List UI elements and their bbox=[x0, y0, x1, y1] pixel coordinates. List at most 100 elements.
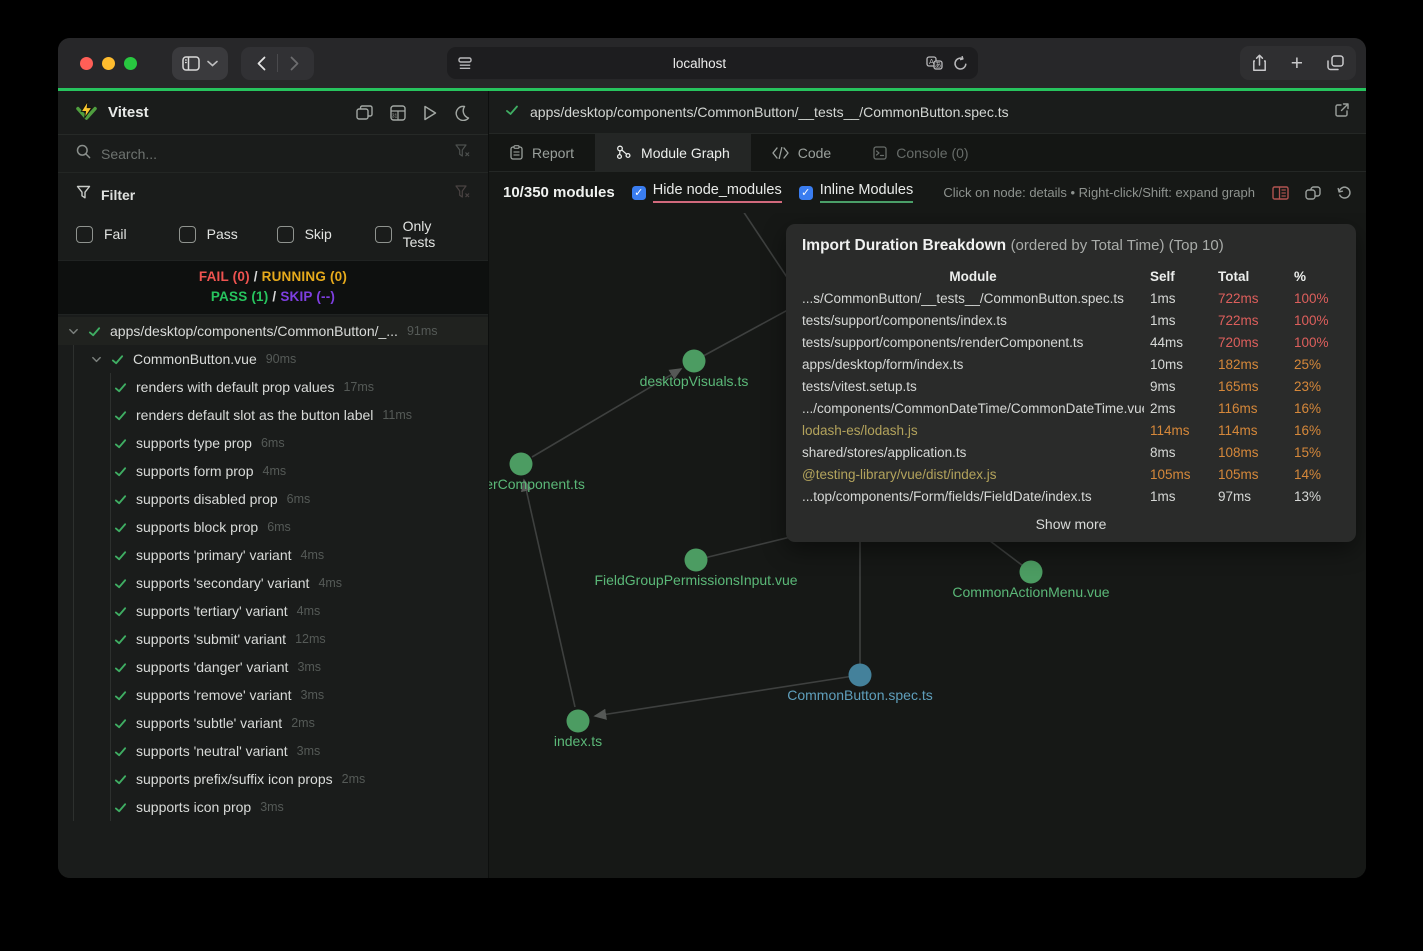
address-bar[interactable]: localhost Aあ bbox=[447, 47, 978, 79]
test-name: supports 'submit' variant bbox=[136, 631, 286, 647]
clear-filter-icon[interactable] bbox=[455, 185, 470, 204]
share-icon[interactable] bbox=[1252, 54, 1267, 72]
tree-row-test[interactable]: supports 'submit' variant12ms bbox=[58, 625, 488, 653]
tab-code[interactable]: Code bbox=[751, 134, 852, 171]
console-icon bbox=[873, 146, 887, 160]
filter-checkbox-pass[interactable]: Pass bbox=[179, 226, 277, 243]
clear-search-filter-icon[interactable] bbox=[455, 144, 470, 163]
tree-row-test[interactable]: supports form prop4ms bbox=[58, 457, 488, 485]
dashboard-icon[interactable] bbox=[356, 105, 373, 120]
run-all-icon[interactable] bbox=[423, 105, 437, 121]
duration-table-row[interactable]: ...s/CommonButton/__tests__/CommonButton… bbox=[802, 287, 1340, 309]
total-time: 722ms bbox=[1218, 291, 1288, 306]
duration-table-row[interactable]: tests/support/components/renderComponent… bbox=[802, 331, 1340, 353]
graph-node[interactable] bbox=[1020, 561, 1043, 584]
browser-sidebar-toggle[interactable] bbox=[172, 47, 228, 80]
graph-node[interactable] bbox=[849, 664, 872, 687]
tree-row-test[interactable]: supports type prop 6ms bbox=[58, 429, 488, 457]
tree-row-test[interactable]: supports block prop6ms bbox=[58, 513, 488, 541]
tree-row-test[interactable]: supports 'subtle' variant2ms bbox=[58, 709, 488, 737]
search-input[interactable] bbox=[101, 146, 445, 162]
total-time: 182ms bbox=[1218, 357, 1288, 372]
duration-table-row[interactable]: tests/support/components/index.ts1ms722m… bbox=[802, 309, 1340, 331]
test-name: renders with default prop values bbox=[136, 379, 334, 395]
tab-module-graph[interactable]: Module Graph bbox=[595, 134, 751, 171]
graph-node[interactable] bbox=[685, 549, 708, 572]
show-more-button[interactable]: Show more bbox=[802, 516, 1340, 532]
graph-node[interactable] bbox=[683, 350, 706, 373]
module-graph-canvas[interactable]: desktopVisuals.tsrenderComponent.tsField… bbox=[489, 213, 1366, 878]
tab-console[interactable]: Console (0) bbox=[852, 134, 989, 171]
total-time: 116ms bbox=[1218, 401, 1288, 416]
back-button[interactable] bbox=[245, 47, 277, 80]
dark-mode-icon[interactable] bbox=[454, 105, 470, 121]
total-time: 720ms bbox=[1218, 335, 1288, 350]
tree-row-test[interactable]: supports prefix/suffix icon props2ms bbox=[58, 765, 488, 793]
external-link-icon[interactable] bbox=[1334, 102, 1350, 123]
svg-text:A: A bbox=[929, 57, 934, 66]
chevron-down-icon[interactable] bbox=[91, 354, 111, 365]
percent: 100% bbox=[1294, 313, 1340, 328]
tree-row-test[interactable]: supports 'secondary' variant4ms bbox=[58, 569, 488, 597]
zoom-window-button[interactable] bbox=[124, 57, 137, 70]
tree-row-test[interactable]: supports 'remove' variant3ms bbox=[58, 681, 488, 709]
legend-icon[interactable] bbox=[1272, 186, 1289, 200]
pass-check-icon bbox=[114, 801, 136, 814]
tree-row-test[interactable]: supports 'neutral' variant3ms bbox=[58, 737, 488, 765]
forward-button[interactable] bbox=[278, 47, 310, 80]
translate-icon[interactable]: Aあ bbox=[926, 56, 943, 70]
test-name: supports 'tertiary' variant bbox=[136, 603, 288, 619]
hide-node-modules-checkbox[interactable]: ✓ Hide node_modules bbox=[632, 182, 782, 203]
checkbox-checked-icon: ✓ bbox=[632, 186, 646, 200]
check-icon bbox=[505, 103, 519, 122]
close-window-button[interactable] bbox=[80, 57, 93, 70]
minimize-window-button[interactable] bbox=[102, 57, 115, 70]
unlink-icon[interactable] bbox=[1305, 186, 1321, 200]
fail-count: FAIL (0) bbox=[199, 269, 250, 284]
filter-checkbox-skip[interactable]: Skip bbox=[277, 226, 376, 243]
filter-checkbox-only-tests[interactable]: Only Tests bbox=[375, 218, 464, 250]
test-name: supports prefix/suffix icon props bbox=[136, 771, 333, 787]
reload-icon[interactable] bbox=[953, 56, 968, 71]
tab-overview-icon[interactable] bbox=[1327, 55, 1344, 71]
test-duration: 3ms bbox=[301, 688, 325, 702]
checkbox-icon bbox=[375, 226, 391, 243]
test-tree: apps/desktop/components/CommonButton/_..… bbox=[58, 315, 488, 878]
reader-icon[interactable] bbox=[457, 57, 473, 70]
report-icon[interactable]: 31 bbox=[390, 105, 406, 121]
duration-table-row[interactable]: @testing-library/vue/dist/index.js105ms1… bbox=[802, 463, 1340, 485]
duration-table-row[interactable]: apps/desktop/form/index.ts10ms182ms25% bbox=[802, 353, 1340, 375]
duration-table-row[interactable]: ...top/components/Form/fields/FieldDate/… bbox=[802, 485, 1340, 507]
pass-check-icon bbox=[114, 577, 136, 590]
tree-row-test[interactable]: supports 'primary' variant4ms bbox=[58, 541, 488, 569]
test-name: supports disabled prop bbox=[136, 491, 278, 507]
tree-row-test[interactable]: supports disabled prop6ms bbox=[58, 485, 488, 513]
test-duration: 3ms bbox=[260, 800, 284, 814]
graph-node[interactable] bbox=[510, 453, 533, 476]
tree-row-test[interactable]: renders with default prop values17ms bbox=[58, 373, 488, 401]
tree-indent-guide bbox=[73, 345, 74, 821]
tree-row-test[interactable]: renders default slot as the button label… bbox=[58, 401, 488, 429]
reset-graph-icon[interactable] bbox=[1337, 185, 1352, 200]
tree-row-test[interactable]: supports icon prop3ms bbox=[58, 793, 488, 821]
filter-checkbox-fail[interactable]: Fail bbox=[76, 226, 179, 243]
test-duration: 6ms bbox=[261, 436, 285, 450]
tab-report[interactable]: Report bbox=[489, 134, 595, 171]
pass-check-icon bbox=[114, 409, 136, 422]
chevron-down-icon[interactable] bbox=[68, 326, 88, 337]
graph-node[interactable] bbox=[567, 710, 590, 733]
total-time: 108ms bbox=[1218, 445, 1288, 460]
tree-row-test[interactable]: supports 'danger' variant3ms bbox=[58, 653, 488, 681]
inline-modules-checkbox[interactable]: ✓ Inline Modules bbox=[799, 182, 914, 203]
test-name: supports type prop bbox=[136, 435, 252, 451]
tree-row-test[interactable]: supports 'tertiary' variant4ms bbox=[58, 597, 488, 625]
tree-row-suite[interactable]: CommonButton.vue90ms bbox=[58, 345, 488, 373]
duration-table-row[interactable]: shared/stores/application.ts8ms108ms15% bbox=[802, 441, 1340, 463]
tree-row-file[interactable]: apps/desktop/components/CommonButton/_..… bbox=[58, 317, 488, 345]
clipboard-icon bbox=[510, 145, 523, 160]
duration-table-row[interactable]: lodash-es/lodash.js114ms114ms16% bbox=[802, 419, 1340, 441]
duration-table-row[interactable]: tests/vitest.setup.ts9ms165ms23% bbox=[802, 375, 1340, 397]
new-tab-button[interactable]: + bbox=[1291, 53, 1303, 74]
duration-table-row[interactable]: .../components/CommonDateTime/CommonDate… bbox=[802, 397, 1340, 419]
open-file-path: apps/desktop/components/CommonButton/__t… bbox=[530, 104, 1323, 120]
